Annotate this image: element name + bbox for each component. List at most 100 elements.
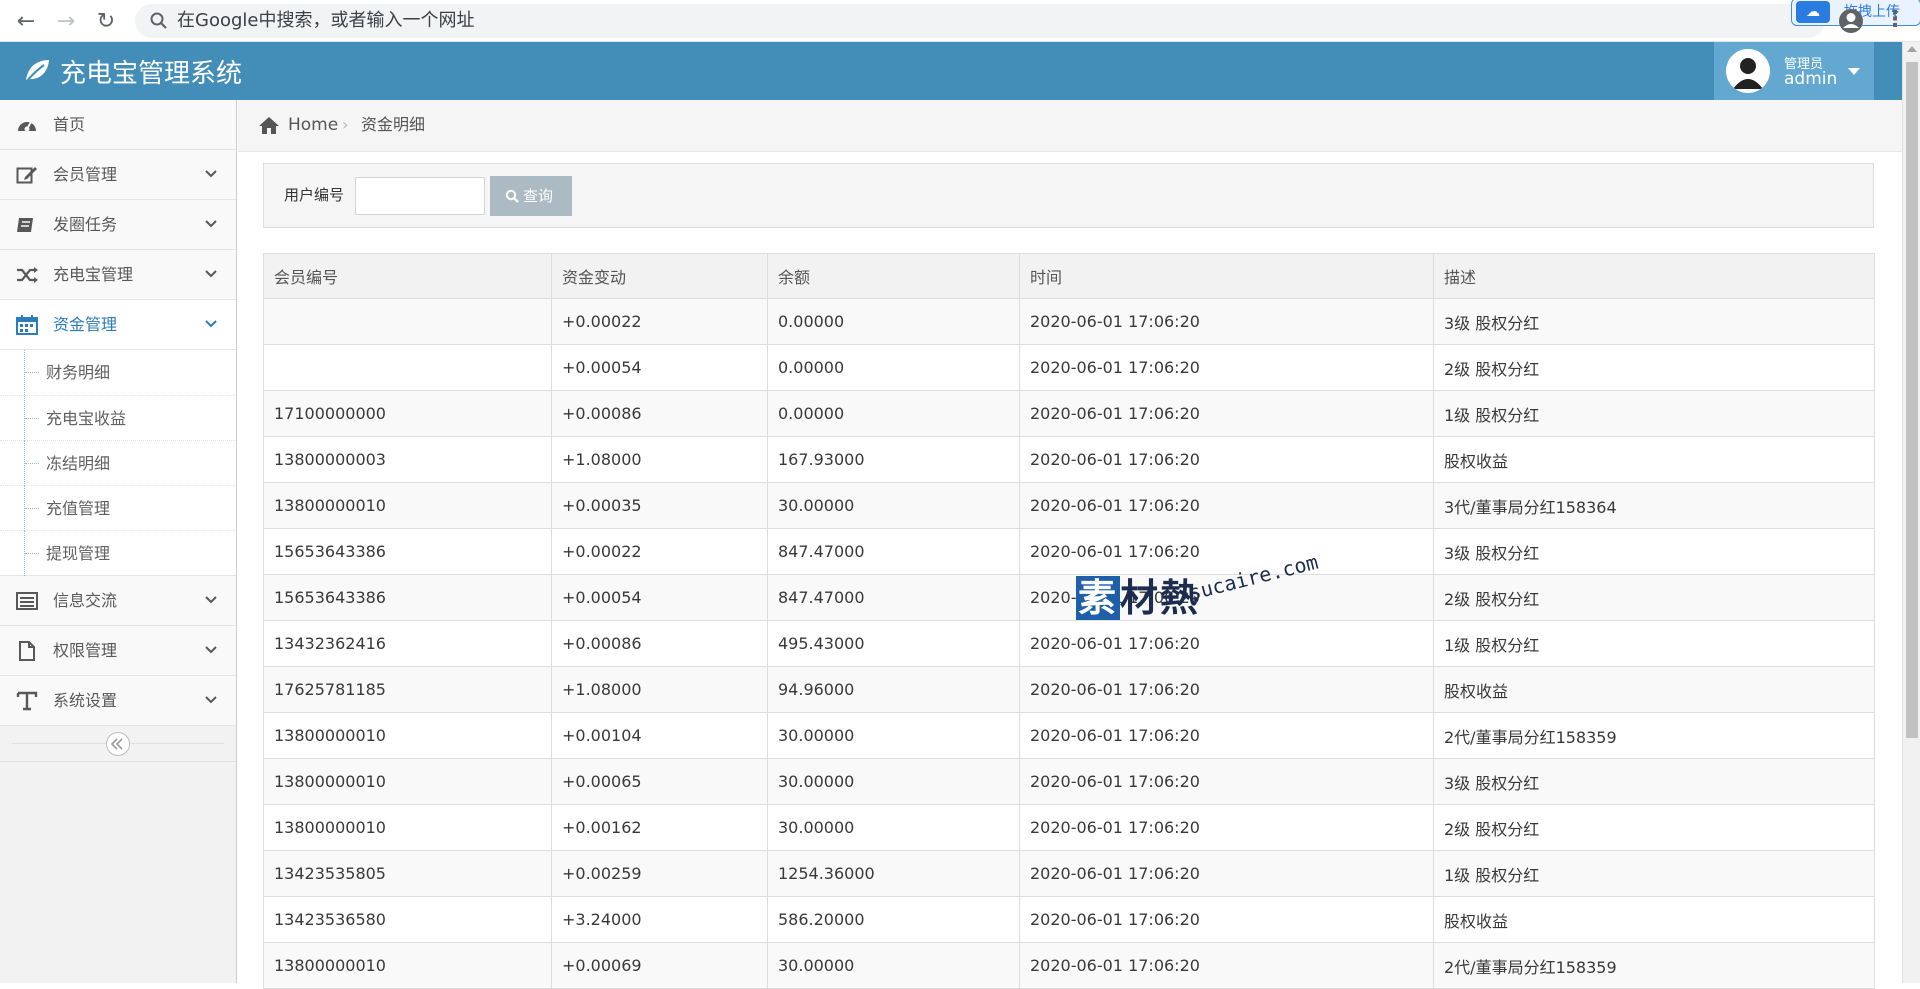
table-cell: 1级 股权分红: [1433, 620, 1875, 667]
table-cell: 3代/董事局分红158364: [1433, 482, 1875, 529]
table-cell: +1.08000: [551, 436, 768, 483]
table-row: +0.00054 0.00000 2020-06-01 17:06:20 2级 股权分…: [263, 344, 1875, 391]
scrollbar-thumb[interactable]: [1906, 62, 1918, 738]
address-bar[interactable]: 在Google中搜索，或者输入一个网址 ☁ 拖拽上传: [135, 0, 1920, 38]
text-icon: [16, 691, 38, 711]
sidebar-item-funds[interactable]: 资金管理: [0, 300, 236, 350]
table-row: 13423535805 +0.00259 1254.36000 2020-06-01 …: [263, 850, 1875, 897]
table-cell: 586.20000: [767, 896, 1020, 943]
table-cell: 2020-06-01 17:06:20: [1019, 942, 1434, 989]
table-row: 13423536580 +3.24000 586.20000 2020-06-01 1…: [263, 896, 1875, 943]
table-cell: 15653643386: [263, 574, 552, 621]
user-menu[interactable]: 管理员 admin: [1714, 42, 1874, 100]
double-chevron-left-icon: [110, 738, 123, 750]
table-cell: 1级 股权分红: [1433, 850, 1875, 897]
sidebar-collapse-button[interactable]: [106, 732, 130, 756]
caret-down-icon: [1848, 68, 1860, 75]
sidebar-item-permissions[interactable]: 权限管理: [0, 626, 236, 676]
table-row: 13800000010 +0.00069 30.00000 2020-06-01 17…: [263, 942, 1875, 989]
app-header: 充电宝管理系统 管理员 admin: [0, 42, 1902, 100]
cloud-icon: ☁: [1796, 1, 1830, 23]
table-cell: +1.08000: [551, 666, 768, 713]
chevron-down-icon: [205, 270, 217, 278]
page-scrollbar[interactable]: [1902, 42, 1920, 983]
table-cell: 30.00000: [767, 712, 1020, 759]
sidebar-item-settings[interactable]: 系统设置: [0, 676, 236, 726]
sidebar-item-tasks[interactable]: 发圈任务: [0, 200, 236, 250]
more-menu-icon[interactable]: ⋮: [1880, 0, 1910, 42]
column-header-balance[interactable]: 余额: [767, 253, 1020, 299]
table-cell: +0.00086: [551, 390, 768, 437]
book-icon: [17, 218, 33, 232]
table-cell: +0.00069: [551, 942, 768, 989]
table-cell: 0.00000: [767, 344, 1020, 391]
table-cell: 13800000010: [263, 942, 552, 989]
table-cell: 股权收益: [1433, 666, 1875, 713]
search-icon: [505, 189, 519, 203]
table-cell: 30.00000: [767, 758, 1020, 805]
table-cell: +0.00162: [551, 804, 768, 851]
submenu-item-withdraw[interactable]: 提现管理: [0, 530, 236, 576]
breadcrumb: Home › 资金明细: [238, 100, 1902, 152]
fund-detail-table: 会员编号 资金变动 余额 时间 描述 +0.00022 0.00000 2020-0…: [263, 253, 1875, 989]
table-cell: +0.00054: [551, 344, 768, 391]
table-cell: +0.00035: [551, 482, 768, 529]
forward-icon[interactable]: →: [48, 0, 84, 42]
table-cell: 13423535805: [263, 850, 552, 897]
submenu-item-recharge[interactable]: 充值管理: [0, 485, 236, 531]
breadcrumb-separator: ›: [342, 115, 349, 134]
table-cell: 2代/董事局分红158359: [1433, 942, 1875, 989]
submenu-item-frozen-detail[interactable]: 冻结明细: [0, 440, 236, 486]
query-button-label: 查询: [523, 187, 554, 205]
table-cell: 13800000010: [263, 482, 552, 529]
chevron-down-icon: [205, 696, 217, 704]
table-cell: 30.00000: [767, 942, 1020, 989]
column-header-change[interactable]: 资金变动: [551, 253, 768, 299]
table-cell: 2020-06-01 17:06:20: [1019, 712, 1434, 759]
brand[interactable]: 充电宝管理系统: [22, 42, 242, 100]
sidebar-item-powerbank[interactable]: 充电宝管理: [0, 250, 236, 300]
address-placeholder: 在Google中搜索，或者输入一个网址: [177, 10, 475, 31]
column-header-member-id[interactable]: 会员编号: [263, 253, 552, 299]
submenu-item-powerbank-income[interactable]: 充电宝收益: [0, 395, 236, 441]
table-cell: +3.24000: [551, 896, 768, 943]
account-icon[interactable]: [1836, 6, 1866, 36]
table-cell: 3级 股权分红: [1433, 528, 1875, 575]
table-cell: 2020-06-01 17:06:20: [1019, 850, 1434, 897]
sidebar-item-messages[interactable]: 信息交流: [0, 576, 236, 626]
sidebar-item-home[interactable]: 首页: [0, 100, 236, 150]
search-panel: 用户编号 查询: [263, 163, 1874, 228]
user-id-label: 用户编号: [284, 186, 345, 204]
table-cell: 13800000010: [263, 712, 552, 759]
reload-icon[interactable]: ↻: [88, 0, 124, 42]
table-cell: 0.00000: [767, 390, 1020, 437]
sidebar-item-members[interactable]: 会员管理: [0, 150, 236, 200]
table-cell: 847.47000: [767, 574, 1020, 621]
query-button[interactable]: 查询: [490, 176, 572, 216]
scroll-up-icon[interactable]: [1907, 46, 1917, 52]
column-header-description[interactable]: 描述: [1433, 253, 1875, 299]
sidebar-item-label: 信息交流: [53, 591, 118, 610]
chevron-down-icon: [205, 646, 217, 654]
table-row: 13800000010 +0.00065 30.00000 2020-06-01 17…: [263, 758, 1875, 805]
user-id-input[interactable]: [355, 177, 485, 215]
table-row: 13432362416 +0.00086 495.43000 2020-06-01 1…: [263, 620, 1875, 667]
table-cell: 30.00000: [767, 804, 1020, 851]
edit-icon: [16, 167, 37, 184]
table-cell: 2020-06-01 17:06:20: [1019, 482, 1434, 529]
breadcrumb-home[interactable]: Home: [288, 100, 338, 150]
avatar: [1726, 49, 1770, 93]
sidebar-item-label: 资金管理: [53, 315, 118, 334]
table-row: 15653643386 +0.00054 847.47000 2020-06-01 1…: [263, 574, 1875, 621]
column-header-time[interactable]: 时间: [1019, 253, 1434, 299]
submenu-item-finance-detail[interactable]: 财务明细: [0, 350, 236, 395]
sidebar-item-label: 发圈任务: [53, 215, 118, 234]
table-cell: 股权收益: [1433, 896, 1875, 943]
search-icon: [150, 12, 167, 29]
chevron-down-icon: [205, 320, 217, 328]
table-cell: +0.00086: [551, 620, 768, 667]
table-row: 13800000003 +1.08000 167.93000 2020-06-01 1…: [263, 436, 1875, 483]
table-row: 17100000000 +0.00086 0.00000 2020-06-01 17:…: [263, 390, 1875, 437]
back-icon[interactable]: ←: [8, 0, 44, 42]
sidebar-item-label: 充电宝管理: [53, 265, 134, 284]
